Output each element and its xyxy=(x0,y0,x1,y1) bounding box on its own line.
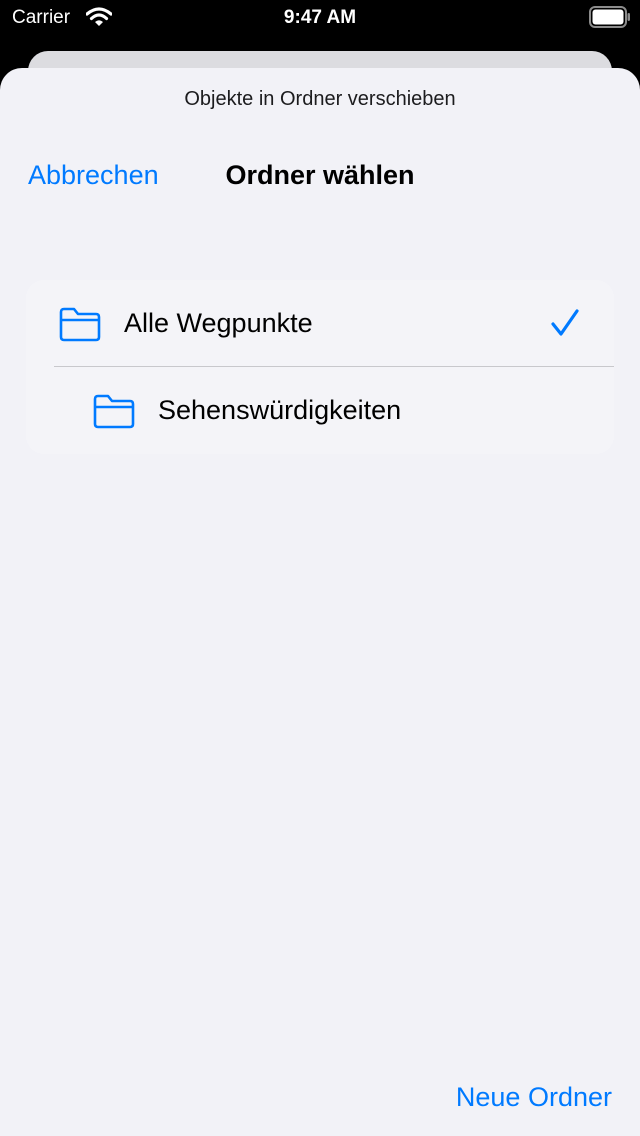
folder-label: Sehenswürdigkeiten xyxy=(158,395,402,425)
status-bar: Carrier 9:47 AM xyxy=(0,0,640,36)
status-time: 9:47 AM xyxy=(283,7,357,28)
folder-list: Alle Wegpunkte Sehenswürdigkeiten xyxy=(26,280,614,454)
battery-icon xyxy=(589,6,630,28)
checkmark-icon xyxy=(551,309,579,336)
move-to-folder-sheet: Objekte in Ordner verschieben Abbrechen … xyxy=(0,68,640,1136)
folder-label: Alle Wegpunkte xyxy=(124,308,313,338)
new-folder-button[interactable]: Neue Ordner xyxy=(456,1080,612,1114)
folder-icon xyxy=(59,307,101,342)
page-title: Ordner wählen xyxy=(225,160,415,190)
folder-row-sehenswuerdigkeiten[interactable]: Sehenswürdigkeiten xyxy=(26,367,614,453)
folder-icon xyxy=(93,394,135,429)
sheet-prompt: Objekte in Ordner verschieben xyxy=(184,88,456,110)
folder-row-alle-wegpunkte[interactable]: Alle Wegpunkte xyxy=(26,280,614,366)
